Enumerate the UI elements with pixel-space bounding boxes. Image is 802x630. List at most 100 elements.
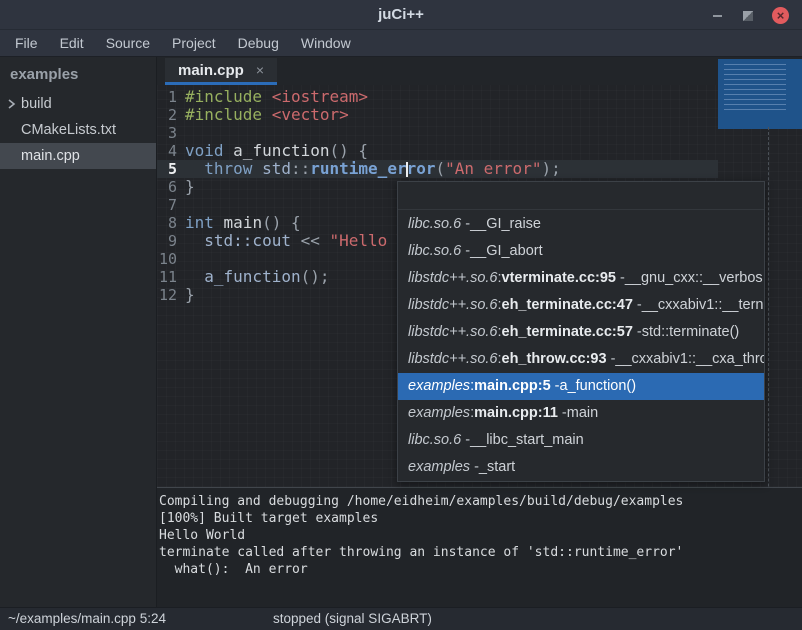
line-number: 5 — [157, 160, 185, 178]
line-number: 2 — [157, 106, 185, 124]
code-text: } — [185, 178, 195, 196]
stack-frame[interactable]: examples:main.cpp:11 - main — [398, 400, 764, 427]
restore-icon[interactable] — [739, 7, 756, 24]
frame-function: __GI_abort — [470, 243, 543, 259]
stack-trace-popup: libc.so.6 - __GI_raiselibc.so.6 - __GI_a… — [397, 181, 765, 482]
stack-frame[interactable]: libstdc++.so.6:eh_terminate.cc:57 - std:… — [398, 318, 764, 345]
close-icon[interactable]: × — [772, 7, 789, 24]
frame-module: libc.so.6 — [408, 216, 461, 232]
statusbar: ~/examples/main.cpp 5:24 stopped (signal… — [0, 607, 802, 630]
console-line: Compiling and debugging /home/eidheim/ex… — [159, 493, 802, 510]
frame-function: __gnu_cxx::__verbos — [625, 270, 763, 286]
frame-file-line: main.cpp:5 — [474, 378, 551, 394]
menu-debug[interactable]: Debug — [227, 30, 290, 57]
console-line: [100%] Built target examples — [159, 510, 802, 527]
titlebar: juCi++ × — [0, 0, 802, 30]
file-path-position: ~/examples/main.cpp 5:24 — [8, 608, 166, 630]
code-line-4[interactable]: 4void a_function() { — [157, 142, 802, 160]
console-output: Compiling and debugging /home/eidheim/ex… — [157, 487, 802, 607]
frame-function: __libc_start_main — [470, 432, 584, 448]
line-number: 12 — [157, 286, 185, 304]
code-line-1[interactable]: 1#include <iostream> — [157, 88, 802, 106]
sidebar-item-label: build — [21, 91, 52, 117]
code-text: int main() { — [185, 214, 301, 232]
file-tree: buildCMakeLists.txtmain.cpp — [0, 91, 156, 169]
code-text: void a_function() { — [185, 142, 368, 160]
stack-frame[interactable]: libc.so.6 - __GI_raise — [398, 210, 764, 237]
debug-state: stopped (signal SIGABRT) — [273, 608, 432, 630]
sidebar-item-main-cpp[interactable]: main.cpp — [0, 143, 156, 169]
line-number: 1 — [157, 88, 185, 106]
console-line: Hello World — [159, 527, 802, 544]
frame-module: examples — [408, 405, 470, 421]
frame-file-line: vterminate.cc:95 — [502, 270, 616, 286]
tab-close-icon[interactable]: × — [256, 62, 264, 78]
stack-frame-blank — [398, 182, 764, 210]
frame-function: __cxxabiv1::__tern — [642, 297, 764, 313]
frame-file-line: eh_throw.cc:93 — [502, 351, 607, 367]
sidebar-item-label: main.cpp — [21, 143, 80, 169]
stack-frame[interactable]: libc.so.6 - __GI_abort — [398, 237, 764, 264]
sidebar-item-build[interactable]: build — [0, 91, 156, 117]
line-number: 4 — [157, 142, 185, 160]
frame-module: examples — [408, 459, 470, 475]
frame-module: libc.so.6 — [408, 243, 461, 259]
minimap-code-lines — [724, 64, 786, 112]
frame-function: __cxxabiv1::__cxa_thro — [615, 351, 764, 367]
tab-label: main.cpp — [178, 62, 244, 79]
tabbar: main.cpp × — [157, 57, 802, 85]
stack-frame[interactable]: libstdc++.so.6:eh_terminate.cc:47 - __cx… — [398, 291, 764, 318]
menu-project[interactable]: Project — [161, 30, 227, 57]
stack-frame[interactable]: libc.so.6 - __libc_start_main — [398, 427, 764, 454]
stack-frame[interactable]: libstdc++.so.6:eh_throw.cc:93 - __cxxabi… — [398, 346, 764, 373]
code-text: a_function(); — [185, 268, 330, 286]
stack-frame[interactable]: examples:main.cpp:5 - a_function() — [398, 373, 764, 400]
menu-file[interactable]: File — [4, 30, 49, 57]
menu-window[interactable]: Window — [290, 30, 362, 57]
frame-file-line: eh_terminate.cc:47 — [502, 297, 633, 313]
menu-source[interactable]: Source — [95, 30, 161, 57]
line-number: 6 — [157, 178, 185, 196]
frame-function: __GI_raise — [470, 216, 541, 232]
stack-frame[interactable]: libstdc++.so.6:vterminate.cc:95 - __gnu_… — [398, 264, 764, 291]
code-text: throw std::runtime_error("An error"); — [185, 160, 561, 178]
menu-edit[interactable]: Edit — [49, 30, 95, 57]
minimap-viewport[interactable] — [718, 59, 802, 129]
code-line-5[interactable]: 5 throw std::runtime_error("An error"); — [157, 160, 802, 178]
chevron-right-icon[interactable] — [7, 99, 21, 109]
frame-module: examples — [408, 378, 470, 394]
code-line-3[interactable]: 3 — [157, 124, 802, 142]
stack-frame[interactable]: examples - _start — [398, 454, 764, 481]
code-text: #include <iostream> — [185, 88, 368, 106]
frame-file-line: main.cpp:11 — [474, 405, 558, 421]
frame-function: _start — [479, 459, 515, 475]
line-number: 9 — [157, 232, 185, 250]
frame-module: libstdc++.so.6 — [408, 297, 497, 313]
window-title: juCi++ — [0, 0, 802, 30]
project-name: examples — [0, 57, 156, 91]
frame-function: std::terminate() — [642, 324, 740, 340]
line-number: 10 — [157, 250, 185, 268]
line-number: 8 — [157, 214, 185, 232]
code-line-2[interactable]: 2#include <vector> — [157, 106, 802, 124]
line-number: 7 — [157, 196, 185, 214]
frame-module: libstdc++.so.6 — [408, 270, 497, 286]
code-text: #include <vector> — [185, 106, 349, 124]
frame-module: libstdc++.so.6 — [408, 324, 497, 340]
frame-function: a_function() — [560, 378, 637, 394]
frame-function: main — [567, 405, 598, 421]
menubar: FileEditSourceProjectDebugWindow — [0, 30, 802, 57]
sidebar-item-cmakelists-txt[interactable]: CMakeLists.txt — [0, 117, 156, 143]
line-number: 11 — [157, 268, 185, 286]
frame-module: libc.so.6 — [408, 432, 461, 448]
sidebar-item-label: CMakeLists.txt — [21, 117, 116, 143]
code-text: std::cout << "Hello W — [185, 232, 407, 250]
console-line: what(): An error — [159, 561, 802, 578]
frame-file-line: eh_terminate.cc:57 — [502, 324, 633, 340]
minimize-icon[interactable] — [709, 7, 726, 24]
tab-main-cpp[interactable]: main.cpp × — [165, 58, 277, 85]
frame-module: libstdc++.so.6 — [408, 351, 497, 367]
console-line: terminate called after throwing an insta… — [159, 544, 802, 561]
code-text: } — [185, 286, 195, 304]
file-tree-sidebar: examples buildCMakeLists.txtmain.cpp — [0, 57, 157, 607]
